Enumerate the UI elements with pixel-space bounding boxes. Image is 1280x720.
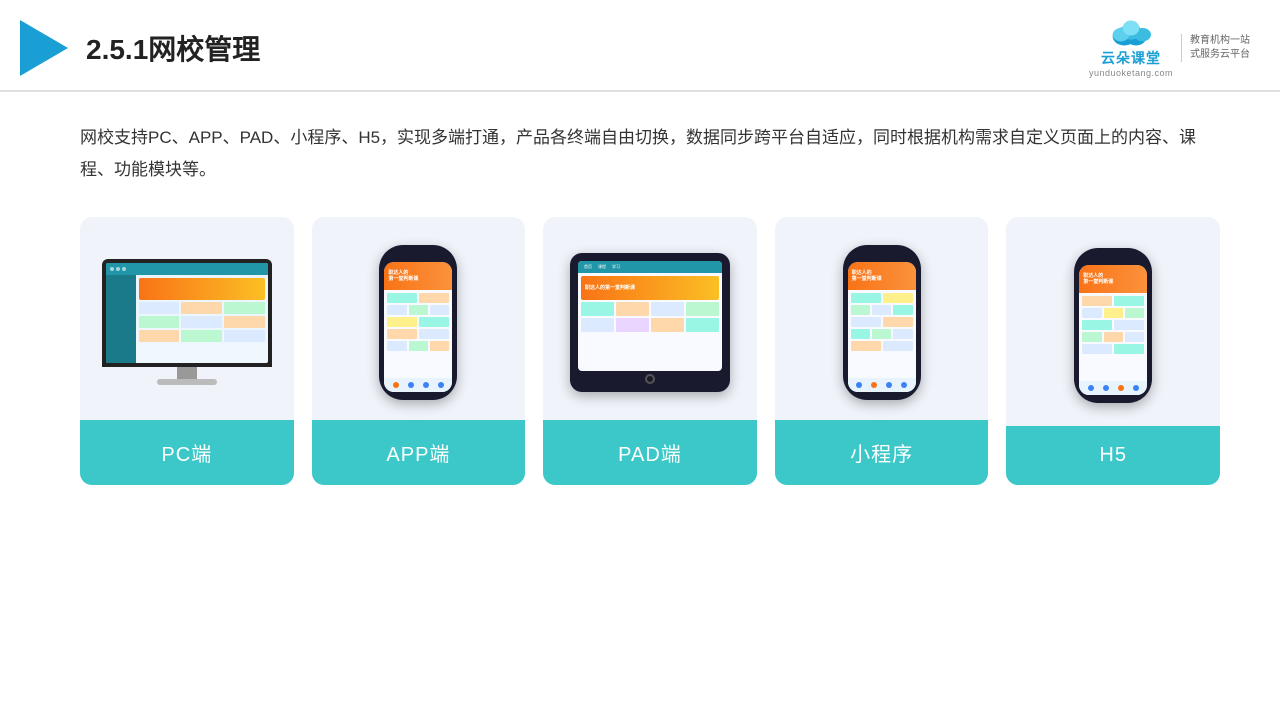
page-container: 2.5.1网校管理 云朵课堂 yunduoketang.com [0, 0, 1280, 505]
card-pc: PC端 [80, 217, 294, 485]
brand-name: 云朵课堂 [1101, 48, 1161, 68]
page-title: 2.5.1网校管理 [86, 28, 260, 68]
pad-label: PAD端 [543, 420, 757, 485]
app-label: APP端 [312, 420, 526, 485]
h5-label: H5 [1006, 426, 1220, 485]
card-pad: 首页 课程 学习 职达人的第一堂判断课 [543, 217, 757, 485]
h5-phone-icon: 职达人的第一堂判断课 [1074, 248, 1152, 403]
device-cards: PC端 职达人的第一堂判断课 [80, 217, 1220, 485]
header-right: 云朵课堂 yunduoketang.com 教育机构一站 式服务云平台 [1089, 18, 1250, 78]
pad-preview: 首页 课程 学习 职达人的第一堂判断课 [543, 217, 757, 420]
card-app: 职达人的第一堂判断课 [312, 217, 526, 485]
pc-preview [80, 217, 294, 420]
brand-logo: 云朵课堂 yunduoketang.com 教育机构一站 式服务云平台 [1089, 18, 1250, 78]
pc-monitor-icon [102, 259, 272, 385]
description-text: 网校支持PC、APP、PAD、小程序、H5，实现多端打通，产品各终端自由切换，数… [80, 122, 1220, 187]
cloud-icon: 云朵课堂 yunduoketang.com [1089, 18, 1173, 78]
miniprogram-phone-icon: 职达人的第一堂判断课 [843, 245, 921, 400]
app-preview: 职达人的第一堂判断课 [312, 217, 526, 420]
main-content: 网校支持PC、APP、PAD、小程序、H5，实现多端打通，产品各终端自由切换，数… [0, 92, 1280, 505]
pc-label: PC端 [80, 420, 294, 485]
header-left: 2.5.1网校管理 [20, 20, 260, 76]
brand-slogan: 教育机构一站 式服务云平台 [1181, 34, 1250, 62]
card-h5: 职达人的第一堂判断课 [1006, 217, 1220, 485]
tablet-home-btn [645, 374, 655, 384]
app-phone-icon: 职达人的第一堂判断课 [379, 245, 457, 400]
logo-triangle-icon [20, 20, 68, 76]
miniprogram-label: 小程序 [775, 420, 989, 485]
h5-preview: 职达人的第一堂判断课 [1006, 217, 1220, 426]
card-miniprogram: 职达人的第一堂判断课 [775, 217, 989, 485]
brand-url: yunduoketang.com [1089, 68, 1173, 78]
header: 2.5.1网校管理 云朵课堂 yunduoketang.com [0, 0, 1280, 92]
miniprogram-preview: 职达人的第一堂判断课 [775, 217, 989, 420]
pad-tablet-icon: 首页 课程 学习 职达人的第一堂判断课 [570, 253, 730, 392]
